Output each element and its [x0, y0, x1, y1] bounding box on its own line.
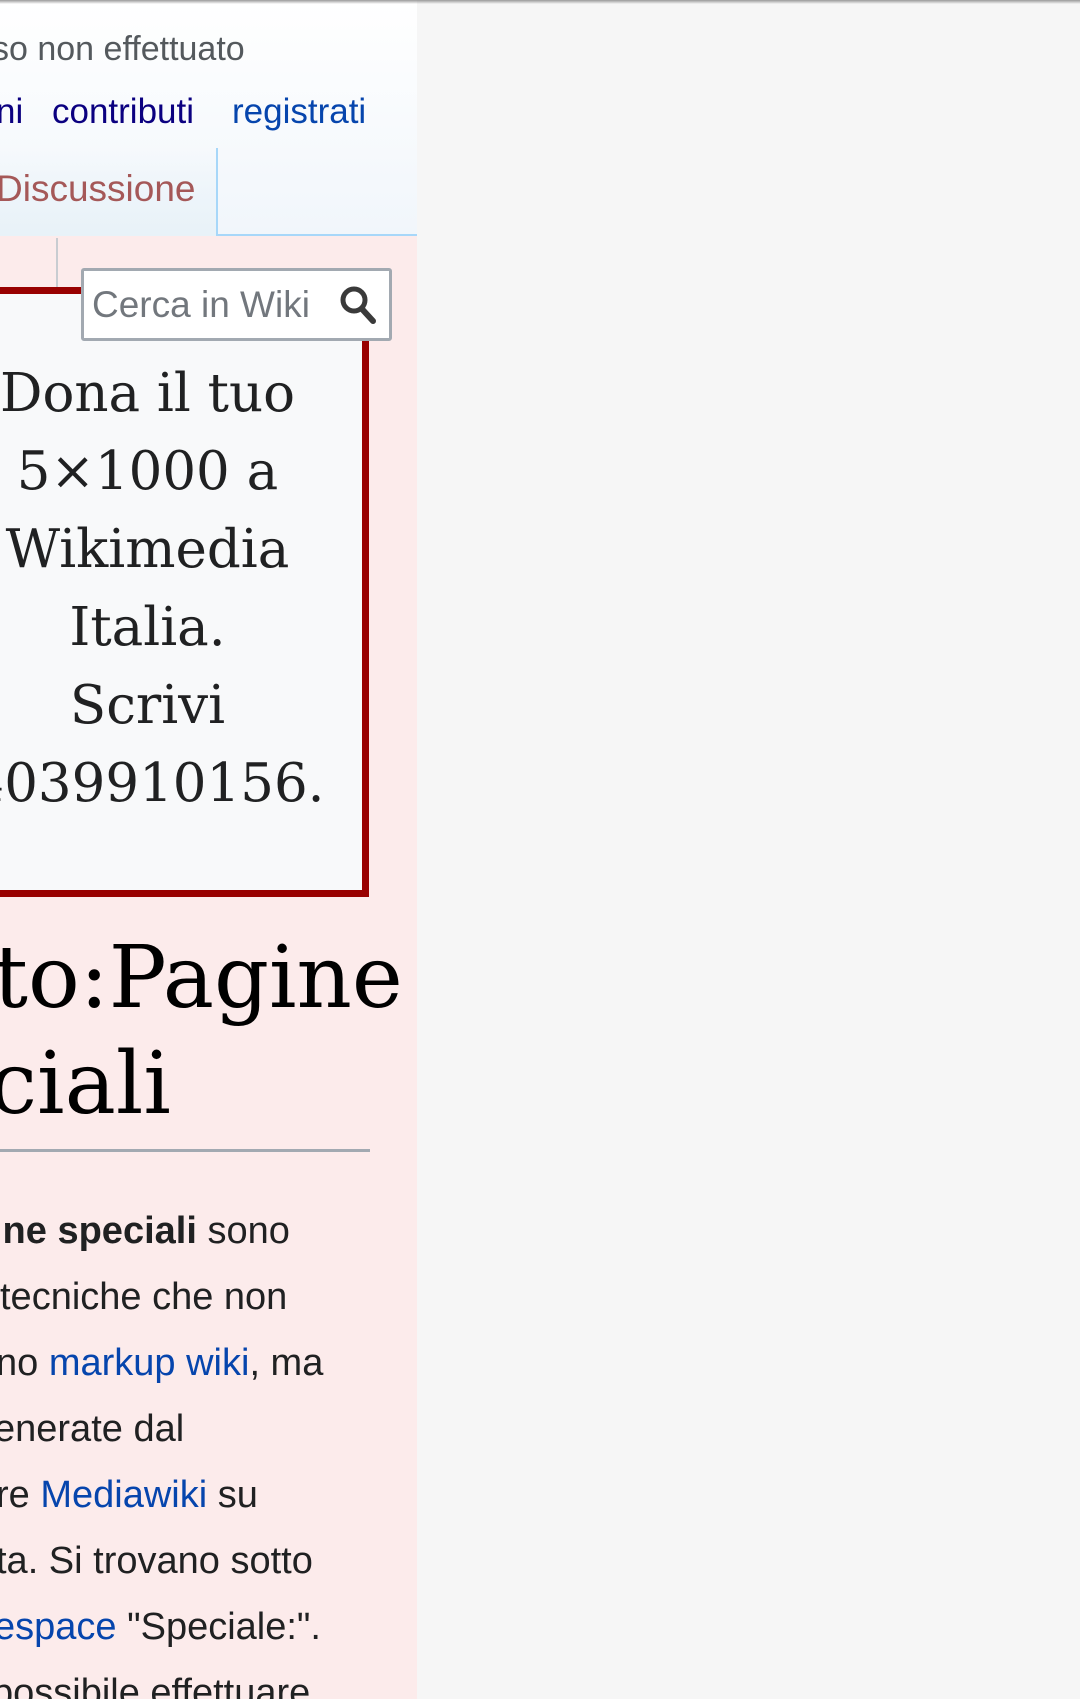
body-line: enerate dal: [0, 1408, 185, 1450]
body-text-span: "Speciale:".: [116, 1606, 321, 1648]
banner-line: 4039910156.: [0, 753, 325, 814]
body-line: re Mediawiki su: [0, 1462, 258, 1528]
body-line: ta. Si trovano sotto: [0, 1540, 313, 1582]
empty-right-pane: [417, 0, 1080, 1699]
search-box[interactable]: [81, 268, 392, 341]
body-text-span: sono: [196, 1210, 290, 1252]
title-divider: [0, 1149, 370, 1152]
body-text-span: re: [0, 1474, 41, 1516]
banner-line: Scrivi: [69, 675, 226, 736]
mediawiki-link[interactable]: Mediawiki: [40, 1474, 207, 1516]
body-text-span: , ma: [249, 1342, 324, 1384]
search-icon[interactable]: [339, 285, 377, 325]
banner-line: Wikimedia: [5, 519, 290, 580]
page-title-line: eciali: [0, 1034, 171, 1134]
namespace-link[interactable]: espace: [0, 1606, 117, 1648]
donation-banner-text: Dona il tuo 5×1000 a Wikimedia Italia. S…: [0, 355, 325, 823]
page-header: so non effettuato ni contributi registra…: [0, 0, 417, 236]
banner-line: Dona il tuo: [0, 363, 296, 424]
register-link[interactable]: registrati: [232, 92, 366, 132]
page-title-line: uto:Pagine: [0, 928, 403, 1028]
login-status: so non effettuato: [0, 30, 245, 68]
tab-discussion-label: Discussione: [0, 168, 196, 209]
body-line: ine speciali sono: [0, 1198, 290, 1264]
nav-link-partial[interactable]: ni: [0, 92, 23, 132]
tab-discussion[interactable]: Discussione: [0, 148, 218, 236]
body-text-span: su: [207, 1474, 258, 1516]
contributions-link[interactable]: contributi: [52, 92, 194, 132]
search-input[interactable]: [92, 271, 332, 338]
page-title: uto:Pagine eciali: [0, 925, 417, 1137]
top-shadow: [0, 0, 1080, 4]
body-text-span: no: [0, 1342, 49, 1384]
bold-term: ine speciali: [0, 1210, 197, 1252]
body-line: no markup wiki, ma: [0, 1330, 323, 1396]
body-line: tecniche che non: [0, 1276, 288, 1318]
banner-line: 5×1000 a: [16, 441, 279, 502]
wiki-page-panel[interactable]: so non effettuato ni contributi registra…: [0, 0, 417, 1699]
body-line: espace "Speciale:".: [0, 1594, 321, 1660]
body-line: possibile effettuare: [0, 1672, 311, 1699]
banner-line: Italia.: [69, 597, 226, 658]
markup-wiki-link[interactable]: markup wiki: [49, 1342, 250, 1384]
